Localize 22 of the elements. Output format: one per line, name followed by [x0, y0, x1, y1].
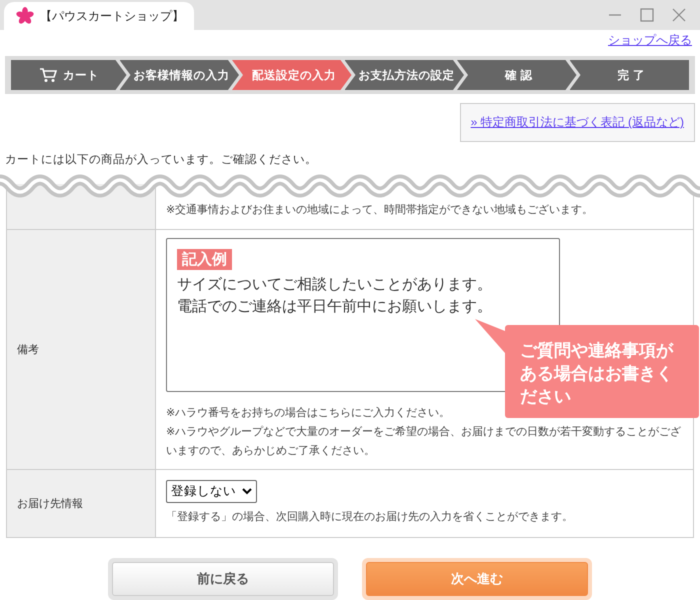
note-text: ※交通事情およびお住まいの地域によって、時間帯指定ができない地域もございます。	[166, 202, 594, 218]
example-text: 電話でのご連絡は平日午前中にお願いします。	[177, 297, 493, 317]
chevron-down-icon	[242, 488, 252, 495]
example-badge: 記入例	[177, 249, 232, 270]
example-text: サイズについてご相談したいことがあります。	[177, 275, 493, 295]
flower-icon	[16, 7, 34, 25]
note-text: 「登録する」の場合、次回購入時に現在のお届け先の入力を省くことができます。	[166, 510, 574, 525]
legal-notice-link[interactable]: » 特定商取引法に基づく表記 (返品など)	[470, 115, 684, 129]
maximize-icon[interactable]	[640, 8, 654, 22]
back-to-shop-link[interactable]: ショップへ戻る	[608, 33, 692, 47]
note-text: ※ハラウ番号をお持ちの場合はこちらにご入力ください。	[166, 406, 452, 421]
row-label: 備考	[17, 344, 39, 356]
back-button[interactable]: 前に戻る	[112, 562, 334, 596]
intro-text: カートには以下の商品が入っています。ご確認ください。	[4, 152, 318, 168]
browser-tab[interactable]: 【パウスカートショップ】	[4, 2, 194, 30]
close-icon[interactable]	[672, 8, 686, 22]
address-select[interactable]: 登録しない	[166, 480, 257, 503]
callout-pointer	[475, 319, 505, 353]
row-label: お届け先情報	[17, 498, 83, 510]
note-text: ※ハラウやグループなどで大量のオーダーをご希望の場合、お届けまでの日数が若干変動することがございますので、あらかじめご了承ください。	[166, 424, 682, 459]
callout-bubble: ご質問や連絡事項がある場合はお書きください	[505, 325, 699, 418]
cart-icon	[38, 67, 57, 83]
